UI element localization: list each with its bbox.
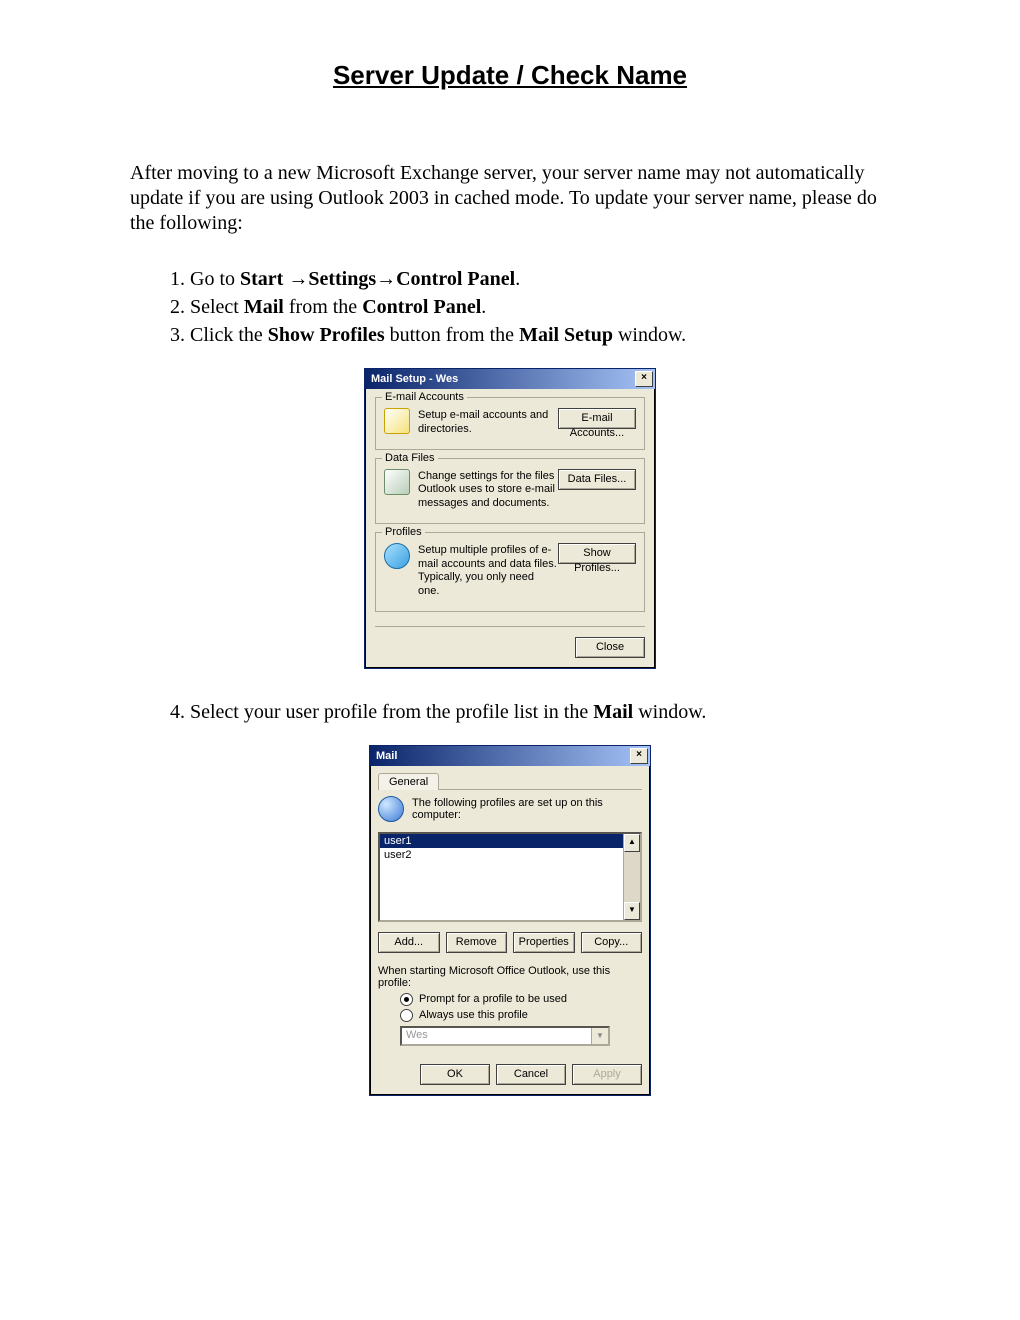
scrollbar[interactable]: ▲ ▼	[623, 834, 640, 920]
radio-prompt[interactable]	[400, 993, 413, 1006]
group-profiles: Profiles Setup multiple profiles of e-ma…	[375, 532, 645, 612]
tab-bar: General	[378, 772, 642, 790]
step-2: Select Mail from the Control Panel.	[190, 294, 890, 320]
step-1: Go to Start →Settings→Control Panel.	[190, 266, 890, 292]
step-4: Select your user profile from the profil…	[190, 699, 890, 725]
scroll-up-icon[interactable]: ▲	[624, 834, 640, 852]
group-profiles-legend: Profiles	[382, 526, 425, 538]
data-files-icon	[384, 469, 410, 495]
group-data-files: Data Files Change settings for the files…	[375, 458, 645, 524]
tab-general[interactable]: General	[378, 773, 439, 790]
profiles-info-text: The following profiles are set up on thi…	[412, 797, 642, 821]
mail-titlebar: Mail ×	[370, 746, 650, 766]
mail-setup-title: Mail Setup - Wes	[371, 373, 458, 385]
mail-setup-titlebar: Mail Setup - Wes ×	[365, 369, 655, 389]
remove-button[interactable]: Remove	[446, 932, 508, 953]
step-3: Click the Show Profiles button from the …	[190, 322, 890, 348]
scroll-track[interactable]	[624, 852, 640, 902]
globe-icon	[378, 796, 404, 822]
radio-always-label: Always use this profile	[419, 1009, 528, 1021]
page-title: Server Update / Check Name	[130, 60, 890, 91]
show-profiles-button[interactable]: Show Profiles...	[558, 543, 636, 564]
mail-setup-dialog: Mail Setup - Wes × E-mail Accounts Setup…	[364, 368, 656, 669]
radio-always-row[interactable]: Always use this profile	[400, 1009, 642, 1022]
profiles-listbox[interactable]: user1user2 ▲ ▼	[378, 832, 642, 922]
profile-combo[interactable]: Wes ▼	[400, 1026, 610, 1046]
group-email-legend: E-mail Accounts	[382, 391, 467, 403]
steps-list: Go to Start →Settings→Control Panel. Sel…	[135, 266, 890, 348]
startup-profile-text: When starting Microsoft Office Outlook, …	[378, 965, 642, 989]
list-item[interactable]: user2	[380, 848, 640, 862]
group-data-legend: Data Files	[382, 452, 438, 464]
mail-title: Mail	[376, 750, 397, 762]
group-email-accounts: E-mail Accounts Setup e-mail accounts an…	[375, 397, 645, 450]
properties-button[interactable]: Properties	[513, 932, 575, 953]
list-item[interactable]: user1	[380, 834, 640, 848]
mail-icon	[384, 408, 410, 434]
copy-button[interactable]: Copy...	[581, 932, 643, 953]
group-data-text: Change settings for the files Outlook us…	[418, 469, 558, 511]
mail-dialog: Mail × General The following profiles ar…	[369, 745, 651, 1096]
group-email-text: Setup e-mail accounts and directories.	[418, 408, 558, 437]
data-files-button[interactable]: Data Files...	[558, 469, 636, 490]
radio-prompt-label: Prompt for a profile to be used	[419, 993, 567, 1005]
close-button[interactable]: Close	[575, 637, 645, 658]
group-profiles-text: Setup multiple profiles of e-mail accoun…	[418, 543, 558, 599]
profiles-icon	[384, 543, 410, 569]
scroll-down-icon[interactable]: ▼	[624, 902, 640, 920]
profile-combo-value: Wes	[402, 1028, 591, 1044]
radio-always[interactable]	[400, 1009, 413, 1022]
close-icon[interactable]: ×	[635, 371, 653, 387]
radio-prompt-row[interactable]: Prompt for a profile to be used	[400, 993, 642, 1006]
email-accounts-button[interactable]: E-mail Accounts...	[558, 408, 636, 429]
add-button[interactable]: Add...	[378, 932, 440, 953]
ok-button[interactable]: OK	[420, 1064, 490, 1085]
steps-list-2: Select your user profile from the profil…	[135, 699, 890, 725]
chevron-down-icon[interactable]: ▼	[591, 1028, 608, 1044]
close-icon[interactable]: ×	[630, 748, 648, 764]
apply-button[interactable]: Apply	[572, 1064, 642, 1085]
cancel-button[interactable]: Cancel	[496, 1064, 566, 1085]
intro-text: After moving to a new Microsoft Exchange…	[130, 161, 890, 236]
